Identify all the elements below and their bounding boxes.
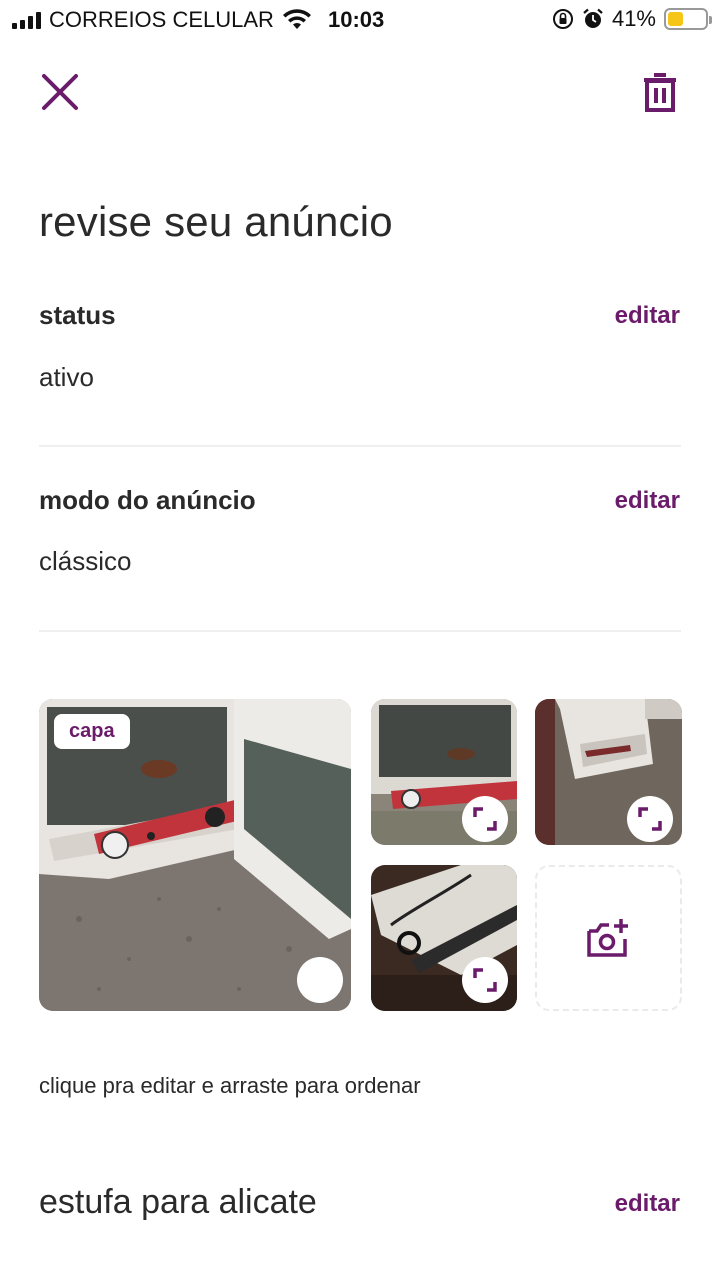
edit-mode-link[interactable]: editar: [615, 487, 680, 515]
status-value: ativo: [39, 362, 94, 392]
close-icon: [42, 74, 78, 110]
photo-thumbnail[interactable]: [371, 699, 517, 845]
signal-icon: [12, 11, 41, 29]
alarm-icon: [583, 8, 603, 28]
page-title: revise seu anúncio: [39, 198, 393, 245]
delete-listing-button[interactable]: [636, 68, 684, 116]
status-bar: CORREIOS CELULAR 10:03 41%: [0, 0, 720, 40]
add-photo-button[interactable]: [535, 865, 682, 1011]
cover-badge: capa: [54, 714, 130, 749]
status-label: status: [39, 300, 116, 330]
photo-thumbnail[interactable]: [371, 865, 517, 1011]
edit-status-link[interactable]: editar: [615, 302, 680, 330]
battery-percent: 41%: [611, 6, 656, 31]
expand-photo-button[interactable]: [627, 796, 673, 842]
expand-icon: [638, 807, 662, 831]
carrier-label: CORREIOS CELULAR: [49, 7, 274, 32]
mode-label: modo do anúncio: [39, 485, 256, 515]
expand-photo-button[interactable]: [462, 796, 508, 842]
mode-value: clássico: [39, 546, 132, 576]
review-listing-screen: CORREIOS CELULAR 10:03 41% revise seu an…: [0, 0, 720, 1280]
cover-photo[interactable]: capa: [39, 699, 351, 1011]
expand-icon: [473, 807, 497, 831]
trash-icon: [644, 73, 676, 112]
expand-icon: [473, 968, 497, 992]
battery-level: [668, 12, 683, 26]
divider: [39, 445, 681, 447]
divider: [39, 630, 681, 632]
photos-hint: clique pra editar e arraste para ordenar: [39, 1073, 421, 1098]
photo-thumbnail[interactable]: [535, 699, 682, 845]
battery-icon: [664, 8, 712, 30]
product-title: estufa para alicate: [39, 1183, 317, 1221]
select-photo-toggle[interactable]: [297, 957, 343, 1003]
close-button[interactable]: [36, 68, 84, 116]
clock: 10:03: [328, 7, 385, 32]
wifi-icon: [282, 9, 311, 29]
expand-photo-button[interactable]: [462, 957, 508, 1003]
edit-title-link[interactable]: editar: [615, 1190, 680, 1218]
orientation-lock-icon: [552, 9, 573, 29]
add-photo-camera-icon: [586, 919, 628, 957]
